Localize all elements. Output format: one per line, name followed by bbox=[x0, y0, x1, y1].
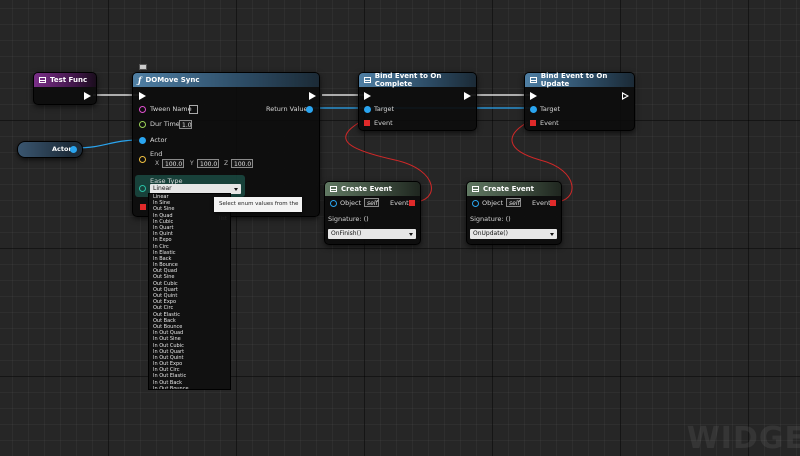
bind-update-exec-out[interactable] bbox=[622, 92, 629, 100]
create-event-node-1[interactable]: Create Event Object self Event Signature… bbox=[324, 181, 421, 245]
create-event-1-event-label: Event bbox=[390, 199, 409, 207]
bind-complete-event-label: Event bbox=[374, 119, 393, 127]
function-grid-icon bbox=[472, 186, 479, 192]
dur-time-label: Dur Time bbox=[150, 120, 180, 128]
actor-variable-label: Actor bbox=[52, 145, 72, 153]
bind-update-exec-in[interactable] bbox=[530, 92, 537, 100]
ease-type-pin[interactable] bbox=[139, 185, 146, 192]
actor-pin[interactable] bbox=[139, 137, 146, 144]
chevron-down-icon bbox=[409, 233, 413, 236]
end-x-label: X bbox=[155, 160, 160, 167]
ease-type-selected: Linear bbox=[153, 185, 172, 192]
collapse-widget-icon[interactable] bbox=[139, 64, 147, 70]
bind-complete-header: Bind Event to On Complete bbox=[359, 72, 476, 88]
create-event-node-2[interactable]: Create Event Object self Event Signature… bbox=[466, 181, 562, 245]
test-func-header: Test Func bbox=[34, 73, 96, 87]
function-grid-icon bbox=[364, 77, 371, 83]
domove-title: DOMove Sync bbox=[145, 76, 200, 84]
watermark-text: WIDGE bbox=[686, 421, 800, 456]
bind-complete-target-label: Target bbox=[374, 105, 395, 113]
bind-update-event-label: Event bbox=[540, 119, 559, 127]
tween-name-label: Tween Name bbox=[150, 105, 192, 113]
create-event-2-object-pin[interactable] bbox=[472, 200, 479, 207]
actor-variable-node[interactable]: Actor bbox=[17, 141, 83, 158]
function-grid-icon bbox=[39, 77, 46, 83]
create-event-2-object-label: Object bbox=[482, 199, 504, 207]
return-value-label: Return Value bbox=[266, 105, 308, 113]
create-event-2-header: Create Event bbox=[467, 182, 561, 196]
test-func-title: Test Func bbox=[50, 76, 88, 84]
create-event-2-selected: OnUpdate() bbox=[473, 230, 508, 237]
ease-option[interactable]: In Out Bounce bbox=[149, 386, 230, 389]
create-event-1-object-pin[interactable] bbox=[330, 200, 337, 207]
create-event-1-selected: OnFinish() bbox=[331, 230, 362, 237]
dur-time-pin[interactable] bbox=[139, 121, 146, 128]
bind-complete-exec-in[interactable] bbox=[364, 92, 371, 100]
bind-on-complete-node[interactable]: Bind Event to On Complete Target Event bbox=[358, 72, 477, 131]
enum-tooltip: Select enum values from the list bbox=[214, 197, 302, 222]
chevron-down-icon bbox=[550, 233, 554, 236]
create-event-2-event-label: Event bbox=[532, 199, 551, 207]
domove-exec-out[interactable] bbox=[309, 92, 316, 100]
end-pin[interactable] bbox=[139, 156, 146, 163]
create-event-2-function-select[interactable]: OnUpdate() bbox=[470, 229, 557, 239]
create-event-1-title: Create Event bbox=[341, 185, 393, 193]
domove-header: ƒ DOMove Sync bbox=[133, 73, 319, 87]
bind-on-update-node[interactable]: Bind Event to On Update Target Event bbox=[524, 72, 635, 131]
actor-variable-pin[interactable] bbox=[70, 146, 77, 153]
function-f-icon: ƒ bbox=[138, 75, 142, 85]
end-z-label: Z bbox=[224, 160, 229, 167]
create-event-2-title: Create Event bbox=[483, 185, 535, 193]
ease-extra-pin[interactable] bbox=[140, 204, 146, 210]
end-y-input[interactable]: 100.0 bbox=[197, 159, 219, 168]
end-y-label: Y bbox=[190, 160, 194, 167]
create-event-2-signature: Signature: () bbox=[470, 215, 511, 223]
create-event-2-event-pin[interactable] bbox=[550, 200, 556, 206]
end-label: End bbox=[150, 150, 163, 158]
create-event-1-event-pin[interactable] bbox=[409, 200, 415, 206]
end-z-input[interactable]: 100.0 bbox=[231, 159, 253, 168]
return-value-pin[interactable] bbox=[306, 106, 313, 113]
create-event-1-object-input[interactable]: self bbox=[364, 198, 379, 207]
bind-complete-event-pin[interactable] bbox=[364, 120, 370, 126]
tween-name-pin[interactable] bbox=[139, 106, 146, 113]
actor-label: Actor bbox=[150, 136, 168, 144]
exec-out-pin[interactable] bbox=[84, 92, 91, 100]
function-grid-icon bbox=[330, 186, 337, 192]
bind-update-title: Bind Event to On Update bbox=[540, 72, 608, 88]
bind-complete-target-pin[interactable] bbox=[364, 106, 371, 113]
create-event-1-signature: Signature: () bbox=[328, 215, 369, 223]
bind-complete-title: Bind Event to On Complete bbox=[374, 72, 442, 88]
actor-wire bbox=[75, 139, 141, 149]
create-event-1-header: Create Event bbox=[325, 182, 420, 196]
domove-exec-in[interactable] bbox=[139, 92, 146, 100]
bind-update-header: Bind Event to On Update bbox=[525, 72, 634, 88]
test-func-node[interactable]: Test Func bbox=[33, 72, 97, 105]
bind-update-event-pin[interactable] bbox=[530, 120, 536, 126]
create-event-2-object-input[interactable]: self bbox=[506, 198, 521, 207]
bind-complete-exec-out[interactable] bbox=[464, 92, 471, 100]
create-event-1-function-select[interactable]: OnFinish() bbox=[328, 229, 416, 239]
tween-name-input[interactable] bbox=[189, 105, 198, 114]
bind-update-target-label: Target bbox=[540, 105, 561, 113]
bind-update-target-pin[interactable] bbox=[530, 106, 537, 113]
end-x-input[interactable]: 100.0 bbox=[162, 159, 184, 168]
chevron-down-icon bbox=[234, 188, 238, 191]
function-grid-icon bbox=[530, 77, 537, 83]
create-event-1-object-label: Object bbox=[340, 199, 362, 207]
dur-time-input[interactable]: 1.0 bbox=[179, 120, 192, 129]
